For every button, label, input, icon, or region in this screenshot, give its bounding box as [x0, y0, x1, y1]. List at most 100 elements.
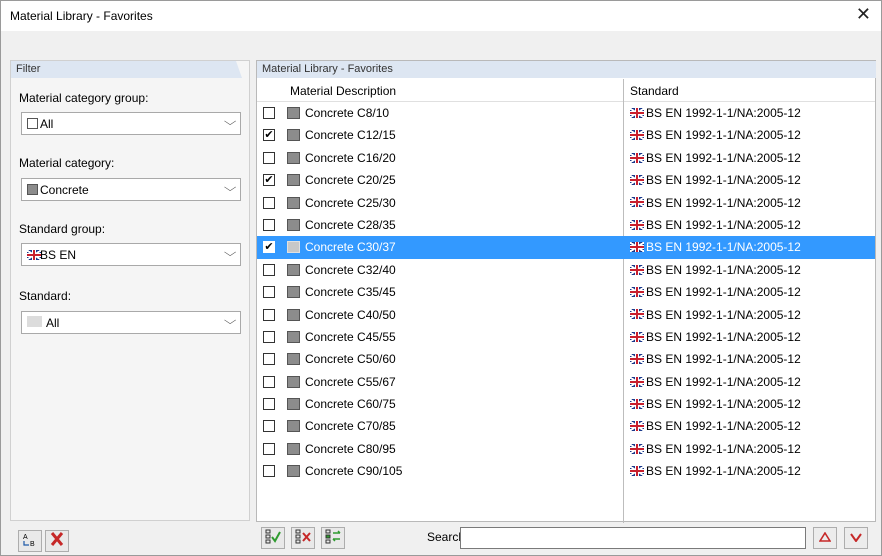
- table-row[interactable]: Concrete C35/45 BS EN 1992-1-1/NA:2005-12: [257, 281, 875, 303]
- standard-text: BS EN 1992-1-1/NA:2005-12: [646, 195, 801, 210]
- row-checkbox[interactable]: ✔: [263, 129, 275, 142]
- standard-cell: BS EN 1992-1-1/NA:2005-12: [630, 285, 801, 299]
- standard-text: BS EN 1992-1-1/NA:2005-12: [646, 441, 801, 456]
- uk-flag-icon: [630, 354, 644, 365]
- invert-selection-button[interactable]: [321, 527, 345, 549]
- table-row[interactable]: Concrete C28/35 BS EN 1992-1-1/NA:2005-12: [257, 214, 875, 236]
- delete-x-icon: [50, 532, 64, 546]
- standard-text: BS EN 1992-1-1/NA:2005-12: [646, 106, 801, 120]
- table-header-title: Material Library - Favorites: [257, 61, 876, 78]
- table-row[interactable]: Concrete C40/50 BS EN 1992-1-1/NA:2005-12: [257, 304, 875, 326]
- row-checkbox[interactable]: [263, 196, 275, 209]
- table-row[interactable]: Concrete C50/60 BS EN 1992-1-1/NA:2005-12: [257, 348, 875, 370]
- material-description: Concrete C45/55: [305, 329, 396, 344]
- concrete-swatch-icon: [287, 151, 300, 164]
- search-input[interactable]: [460, 527, 806, 549]
- material-description: Concrete C32/40: [305, 262, 396, 277]
- standard-label: Standard:: [19, 289, 72, 303]
- row-checkbox[interactable]: [263, 286, 275, 299]
- table-row[interactable]: Concrete C55/67 BS EN 1992-1-1/NA:2005-12: [257, 371, 875, 393]
- select-all-button[interactable]: [261, 527, 285, 549]
- concrete-swatch-icon: [287, 263, 300, 276]
- table-row[interactable]: Concrete C70/85 BS EN 1992-1-1/NA:2005-12: [257, 415, 875, 437]
- row-checkbox[interactable]: ✔: [263, 241, 275, 254]
- standard-text: BS EN 1992-1-1/NA:2005-12: [646, 329, 801, 344]
- table-row[interactable]: ✔ Concrete C12/15 BS EN 1992-1-1/NA:2005-1…: [257, 124, 875, 146]
- uk-flag-icon: [27, 250, 41, 260]
- material-description: Concrete C50/60: [305, 352, 396, 367]
- row-checkbox[interactable]: [263, 375, 275, 388]
- concrete-swatch-icon: [287, 196, 300, 209]
- column-header-description[interactable]: Material Description: [290, 84, 396, 98]
- row-checkbox[interactable]: [263, 442, 275, 455]
- material-description: Concrete C28/35: [305, 217, 396, 232]
- standard-cell: BS EN 1992-1-1/NA:2005-12: [630, 375, 801, 389]
- category-group-select[interactable]: All ⌵: [21, 112, 241, 135]
- uk-flag-icon: [630, 264, 644, 275]
- uk-flag-icon: [630, 309, 644, 320]
- triangle-up-icon: [818, 531, 832, 542]
- concrete-swatch-icon: [287, 107, 300, 119]
- uk-flag-icon: [630, 219, 644, 230]
- uk-flag-icon: [630, 376, 644, 387]
- chevron-down-icon: ⌵: [223, 116, 237, 128]
- material-description: Concrete C70/85: [305, 419, 396, 434]
- uk-flag-icon: [630, 197, 644, 208]
- standard-cell: BS EN 1992-1-1/NA:2005-12: [630, 173, 801, 187]
- table-row[interactable]: Concrete C80/95 BS EN 1992-1-1/NA:2005-12: [257, 438, 875, 460]
- row-checkbox[interactable]: [263, 263, 275, 276]
- row-checkbox[interactable]: [263, 330, 275, 343]
- clear-filter-button[interactable]: [45, 530, 69, 552]
- table-row[interactable]: Concrete C60/75 BS EN 1992-1-1/NA:2005-12: [257, 393, 875, 415]
- standard-text: BS EN 1992-1-1/NA:2005-12: [646, 262, 801, 277]
- table-row[interactable]: Concrete C25/30 BS EN 1992-1-1/NA:2005-12: [257, 192, 875, 214]
- deselect-all-button[interactable]: [291, 527, 315, 549]
- concrete-swatch-icon: [287, 442, 300, 455]
- close-icon[interactable]: ✕: [856, 4, 871, 25]
- table-row[interactable]: Concrete C8/10 BS EN 1992-1-1/NA:2005-12: [257, 102, 875, 124]
- concrete-swatch-icon: [287, 241, 300, 254]
- standard-text: BS EN 1992-1-1/NA:2005-12: [646, 374, 801, 389]
- standard-select[interactable]: All ⌵: [21, 311, 241, 334]
- sort-ab-button[interactable]: A B: [18, 530, 42, 552]
- table-row[interactable]: Concrete C90/105 BS EN 1992-1-1/NA:2005-1…: [257, 460, 875, 482]
- standard-group-value: BS EN: [40, 248, 77, 262]
- material-description: Concrete C12/15: [305, 128, 396, 143]
- check-all-icon: [265, 529, 281, 544]
- row-checkbox[interactable]: [263, 465, 275, 478]
- row-checkbox[interactable]: ✔: [263, 174, 275, 187]
- standard-group-select[interactable]: BS EN ⌵: [21, 243, 241, 266]
- row-checkbox[interactable]: [263, 107, 275, 119]
- table-row[interactable]: Concrete C45/55 BS EN 1992-1-1/NA:2005-12: [257, 326, 875, 348]
- uk-flag-icon: [630, 286, 644, 297]
- row-checkbox[interactable]: [263, 353, 275, 366]
- row-checkbox[interactable]: [263, 398, 275, 411]
- category-select[interactable]: Concrete ⌵: [21, 178, 241, 201]
- standard-cell: BS EN 1992-1-1/NA:2005-12: [630, 151, 801, 165]
- uk-flag-icon: [630, 443, 644, 454]
- material-description: Concrete C55/67: [305, 374, 396, 389]
- standard-cell: BS EN 1992-1-1/NA:2005-12: [630, 330, 801, 344]
- row-checkbox[interactable]: [263, 218, 275, 231]
- row-checkbox[interactable]: [263, 308, 275, 321]
- table-row[interactable]: ✔ Concrete C20/25 BS EN 1992-1-1/NA:2005-1…: [257, 169, 875, 191]
- table-body: Concrete C8/10 BS EN 1992-1-1/NA:2005-12 ✔…: [257, 102, 875, 483]
- row-checkbox[interactable]: [263, 420, 275, 433]
- find-next-button[interactable]: [844, 527, 868, 549]
- blank-swatch-icon: [27, 316, 42, 327]
- category-group-value: All: [40, 117, 54, 131]
- standard-cell: BS EN 1992-1-1/NA:2005-12: [630, 263, 801, 277]
- table-row[interactable]: Concrete C16/20 BS EN 1992-1-1/NA:2005-12: [257, 147, 875, 169]
- row-checkbox[interactable]: [263, 151, 275, 164]
- uk-flag-icon: [630, 130, 644, 141]
- standard-text: BS EN 1992-1-1/NA:2005-12: [646, 285, 801, 300]
- table-row[interactable]: ✔ Concrete C30/37 BS EN 1992-1-1/NA:2005-1…: [257, 236, 875, 259]
- find-previous-button[interactable]: [813, 527, 837, 549]
- category-value: Concrete: [40, 183, 89, 197]
- table-row[interactable]: Concrete C32/40 BS EN 1992-1-1/NA:2005-12: [257, 259, 875, 281]
- concrete-swatch-icon: [287, 420, 300, 433]
- standard-value: All: [46, 316, 60, 330]
- concrete-swatch-icon: [287, 286, 300, 299]
- column-header-standard[interactable]: Standard: [630, 84, 679, 98]
- chevron-down-icon: ⌵: [223, 247, 237, 259]
